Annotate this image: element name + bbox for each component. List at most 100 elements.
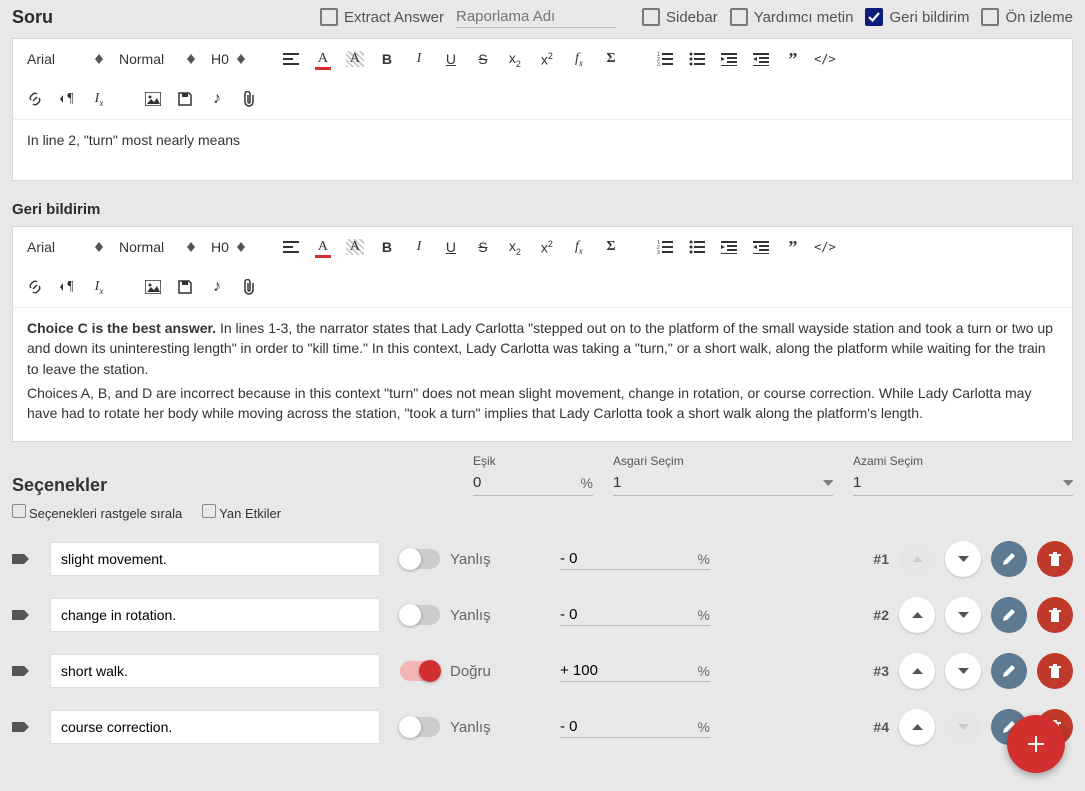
save-button[interactable] bbox=[171, 273, 199, 301]
outdent-button[interactable] bbox=[715, 45, 743, 73]
move-down-button[interactable] bbox=[945, 541, 981, 577]
correct-toggle[interactable] bbox=[400, 661, 440, 681]
side-effects-checkbox[interactable]: Yan Etkiler bbox=[202, 504, 281, 521]
underline-button[interactable]: U bbox=[437, 45, 465, 73]
align-button[interactable] bbox=[277, 233, 305, 261]
score-input[interactable] bbox=[560, 662, 698, 679]
indent-button[interactable] bbox=[747, 233, 775, 261]
clear-format-button[interactable]: Ix bbox=[85, 273, 113, 301]
move-up-button[interactable] bbox=[899, 597, 935, 633]
music-button[interactable]: ♪ bbox=[203, 85, 231, 113]
weight-select[interactable]: Normal bbox=[113, 47, 201, 71]
option-text-input[interactable] bbox=[50, 598, 380, 632]
code-button[interactable]: </> bbox=[811, 45, 839, 73]
option-text-input[interactable] bbox=[50, 710, 380, 744]
helper-text-checkbox[interactable]: Yardımcı metin bbox=[730, 8, 854, 26]
delete-option-button[interactable] bbox=[1037, 597, 1073, 633]
subscript-button[interactable]: x2 bbox=[501, 233, 529, 261]
italic-button[interactable]: I bbox=[405, 233, 433, 261]
clear-format-button[interactable]: Ix bbox=[85, 85, 113, 113]
edit-option-button[interactable] bbox=[991, 541, 1027, 577]
question-body[interactable]: In line 2, "turn" most nearly means bbox=[13, 120, 1072, 180]
sigma-button[interactable]: Σ bbox=[597, 45, 625, 73]
formula-button[interactable]: fx bbox=[565, 45, 593, 73]
underline-button[interactable]: U bbox=[437, 233, 465, 261]
save-button[interactable] bbox=[171, 85, 199, 113]
move-down-button[interactable] bbox=[945, 597, 981, 633]
tag-icon[interactable] bbox=[12, 664, 30, 678]
link-button[interactable] bbox=[21, 273, 49, 301]
paragraph-button[interactable]: ¶ bbox=[53, 273, 81, 301]
heading-select[interactable]: H0 bbox=[205, 235, 251, 259]
extract-answer-checkbox[interactable]: Extract Answer bbox=[320, 8, 444, 26]
image-button[interactable] bbox=[139, 85, 167, 113]
correct-toggle[interactable] bbox=[400, 549, 440, 569]
delete-option-button[interactable] bbox=[1037, 541, 1073, 577]
feedback-text-2: Choices A, B, and D are incorrect becaus… bbox=[27, 385, 1031, 421]
text-color-button[interactable]: A bbox=[309, 233, 337, 261]
unordered-list-button[interactable] bbox=[683, 45, 711, 73]
paragraph-button[interactable]: ¶ bbox=[53, 85, 81, 113]
feedback-body[interactable]: Choice C is the best answer. In lines 1-… bbox=[13, 308, 1072, 441]
score-input[interactable] bbox=[560, 550, 698, 567]
highlight-button[interactable]: A bbox=[341, 233, 369, 261]
reporting-name-input[interactable] bbox=[456, 6, 616, 28]
feedback-label: Geri bildirim bbox=[889, 9, 969, 26]
tag-icon[interactable] bbox=[12, 608, 30, 622]
min-select-dropdown[interactable]: 1 bbox=[613, 470, 833, 496]
preview-checkbox[interactable]: Ön izleme bbox=[981, 8, 1073, 26]
threshold-input[interactable] bbox=[473, 474, 581, 491]
formula-button[interactable]: fx bbox=[565, 233, 593, 261]
outdent-button[interactable] bbox=[715, 233, 743, 261]
subscript-button[interactable]: x2 bbox=[501, 45, 529, 73]
superscript-button[interactable]: x2 bbox=[533, 233, 561, 261]
max-select-dropdown[interactable]: 1 bbox=[853, 470, 1073, 496]
edit-option-button[interactable] bbox=[991, 597, 1027, 633]
move-up-button[interactable] bbox=[899, 653, 935, 689]
strike-button[interactable]: S bbox=[469, 233, 497, 261]
correct-toggle[interactable] bbox=[400, 605, 440, 625]
max-select-label: Azami Seçim bbox=[853, 454, 1073, 468]
font-select[interactable]: Arial bbox=[21, 47, 109, 71]
indent-button[interactable] bbox=[747, 45, 775, 73]
music-button[interactable]: ♪ bbox=[203, 273, 231, 301]
add-option-button[interactable] bbox=[1007, 715, 1065, 773]
unordered-list-button[interactable] bbox=[683, 233, 711, 261]
image-button[interactable] bbox=[139, 273, 167, 301]
quote-button[interactable]: ” bbox=[779, 45, 807, 73]
align-button[interactable] bbox=[277, 45, 305, 73]
ordered-list-button[interactable]: 123 bbox=[651, 45, 679, 73]
option-text-input[interactable] bbox=[50, 542, 380, 576]
move-down-button[interactable] bbox=[945, 653, 981, 689]
weight-select[interactable]: Normal bbox=[113, 235, 201, 259]
option-text-input[interactable] bbox=[50, 654, 380, 688]
score-input[interactable] bbox=[560, 718, 698, 735]
tag-icon[interactable] bbox=[12, 720, 30, 734]
code-button[interactable]: </> bbox=[811, 233, 839, 261]
bold-button[interactable]: B bbox=[373, 45, 401, 73]
move-up-button[interactable] bbox=[899, 709, 935, 745]
text-color-button[interactable]: A bbox=[309, 45, 337, 73]
link-button[interactable] bbox=[21, 85, 49, 113]
delete-option-button[interactable] bbox=[1037, 653, 1073, 689]
feedback-checkbox[interactable]: Geri bildirim bbox=[865, 8, 969, 26]
strike-button[interactable]: S bbox=[469, 45, 497, 73]
ordered-list-button[interactable]: 123 bbox=[651, 233, 679, 261]
attachment-button[interactable] bbox=[235, 273, 263, 301]
bold-button[interactable]: B bbox=[373, 233, 401, 261]
quote-button[interactable]: ” bbox=[779, 233, 807, 261]
edit-option-button[interactable] bbox=[991, 653, 1027, 689]
randomize-options-checkbox[interactable]: Seçenekleri rastgele sırala bbox=[12, 504, 182, 521]
tag-icon[interactable] bbox=[12, 552, 30, 566]
superscript-button[interactable]: x2 bbox=[533, 45, 561, 73]
highlight-button[interactable]: A bbox=[341, 45, 369, 73]
correct-toggle[interactable] bbox=[400, 717, 440, 737]
attachment-button[interactable] bbox=[235, 85, 263, 113]
sigma-button[interactable]: Σ bbox=[597, 233, 625, 261]
italic-button[interactable]: I bbox=[405, 45, 433, 73]
score-input[interactable] bbox=[560, 606, 698, 623]
feedback-strong: Choice C is the best answer. bbox=[27, 320, 216, 336]
heading-select[interactable]: H0 bbox=[205, 47, 251, 71]
font-select[interactable]: Arial bbox=[21, 235, 109, 259]
sidebar-checkbox[interactable]: Sidebar bbox=[642, 8, 718, 26]
